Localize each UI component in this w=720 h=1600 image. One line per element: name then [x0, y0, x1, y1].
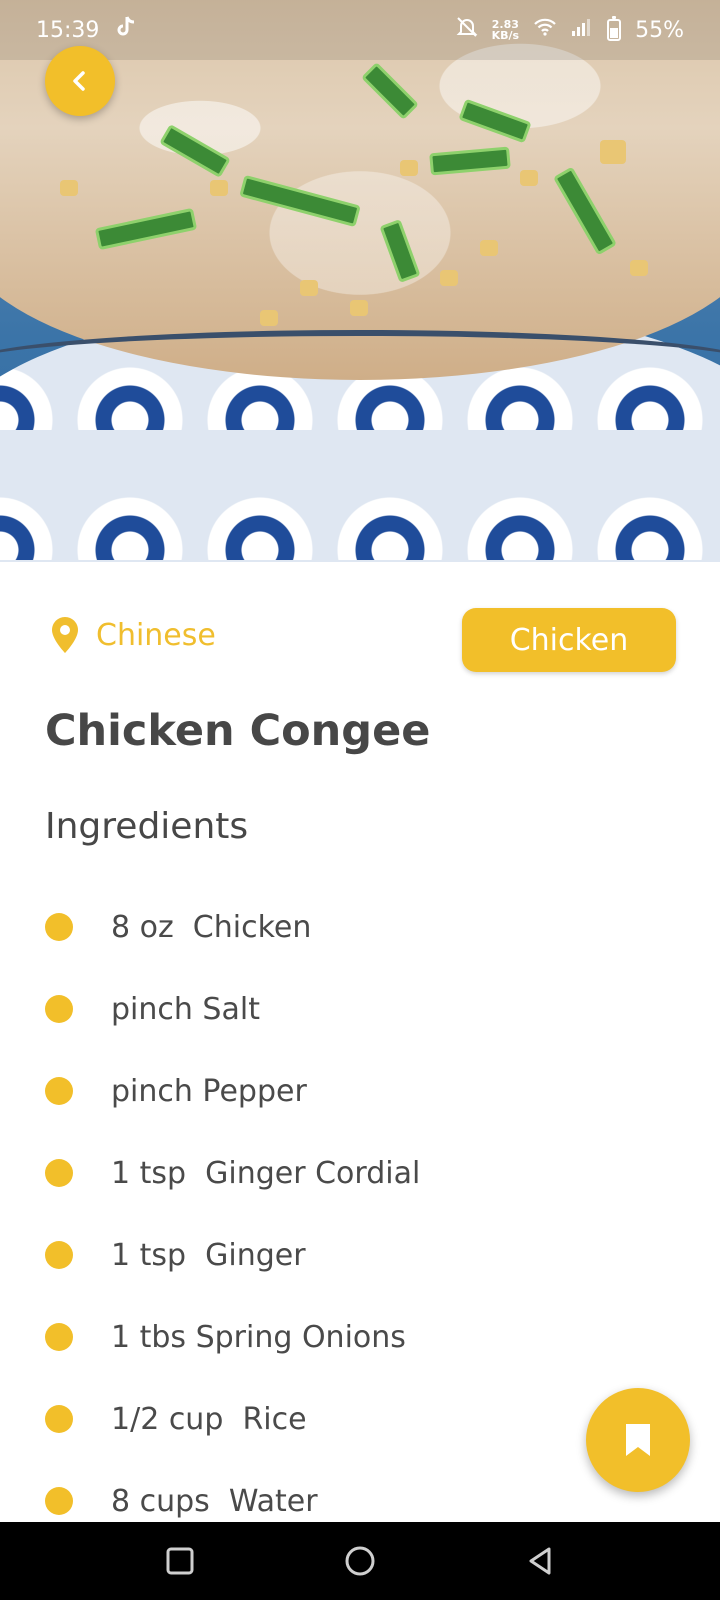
- recipe-title: Chicken Congee: [45, 706, 431, 756]
- bullet-dot: [45, 1241, 73, 1269]
- wifi-icon: [533, 17, 557, 43]
- back-button[interactable]: [45, 46, 115, 116]
- garnish-ginger: [300, 280, 318, 296]
- bullet-dot: [45, 1159, 73, 1187]
- ingredient-text: 1/2 cup Rice: [111, 1401, 307, 1437]
- bookmark-icon: [626, 1424, 650, 1456]
- ingredient-item: 8 oz Chicken: [45, 902, 311, 952]
- system-nav-bar: [0, 1522, 720, 1600]
- recipe-detail-screen: 15:39 2.83 KB/s 55% Chinese Chicken Chic…: [0, 0, 720, 1600]
- square-icon: [166, 1547, 194, 1575]
- bullet-dot: [45, 1487, 73, 1515]
- circle-icon: [345, 1546, 375, 1576]
- ingredient-text: 1 tsp Ginger Cordial: [111, 1155, 421, 1191]
- ingredient-text: pinch Pepper: [111, 1073, 307, 1109]
- ingredient-text: 1 tsp Ginger: [111, 1237, 306, 1273]
- location-pin-icon: [52, 617, 78, 653]
- garnish-ginger: [440, 270, 458, 286]
- chevron-left-icon: [73, 71, 85, 91]
- garnish-ginger: [60, 180, 78, 196]
- recipe-area-label: Chinese: [96, 617, 216, 653]
- bookmark-button[interactable]: [586, 1388, 690, 1492]
- ingredient-item: pinch Salt: [45, 984, 260, 1034]
- ingredient-item: 1 tbs Spring Onions: [45, 1312, 406, 1362]
- bullet-dot: [45, 913, 73, 941]
- ingredient-text: 8 oz Chicken: [111, 909, 312, 945]
- bullet-dot: [45, 1405, 73, 1433]
- ingredients-heading: Ingredients: [45, 806, 249, 847]
- triangle-back-icon: [529, 1547, 551, 1575]
- garnish-ginger: [210, 180, 228, 196]
- category-chip[interactable]: Chicken: [462, 608, 676, 672]
- bullet-dot: [45, 1077, 73, 1105]
- ingredient-text: 8 cups Water: [111, 1483, 318, 1519]
- garnish-ginger: [630, 260, 648, 276]
- garnish-ginger: [400, 160, 418, 176]
- status-bar: 15:39 2.83 KB/s 55%: [0, 0, 720, 60]
- ingredient-text: 1 tbs Spring Onions: [111, 1319, 406, 1355]
- bullet-dot: [45, 1323, 73, 1351]
- ingredient-item: 8 cups Water: [45, 1476, 318, 1526]
- ingredient-item: 1 tsp Ginger: [45, 1230, 306, 1280]
- garnish-ginger: [480, 240, 498, 256]
- garnish-ginger: [520, 170, 538, 186]
- ingredient-text: pinch Salt: [111, 991, 260, 1027]
- recipe-area: Chinese: [50, 616, 216, 654]
- recipe-content: Chinese Chicken Chicken Congee Ingredien…: [0, 562, 720, 1522]
- nav-recents-button[interactable]: [150, 1531, 210, 1591]
- battery-percent: 55%: [635, 17, 684, 43]
- ingredient-item: 1/2 cup Rice: [45, 1394, 307, 1444]
- nav-back-button[interactable]: [510, 1531, 570, 1591]
- garnish-ginger: [350, 300, 368, 316]
- battery-icon: [607, 16, 622, 41]
- bell-off-icon: [456, 16, 478, 44]
- status-time: 15:39: [36, 17, 100, 43]
- garnish-ginger: [260, 310, 278, 326]
- signal-icon: [571, 17, 593, 43]
- nav-home-button[interactable]: [330, 1531, 390, 1591]
- ingredient-item: 1 tsp Ginger Cordial: [45, 1148, 420, 1198]
- bullet-dot: [45, 995, 73, 1023]
- ingredient-item: pinch Pepper: [45, 1066, 307, 1116]
- network-speed: 2.83 KB/s: [492, 19, 519, 41]
- tiktok-icon: [117, 16, 135, 44]
- bowl-rim: [0, 330, 720, 400]
- network-speed-unit: KB/s: [491, 29, 520, 42]
- garnish-ginger: [600, 140, 626, 164]
